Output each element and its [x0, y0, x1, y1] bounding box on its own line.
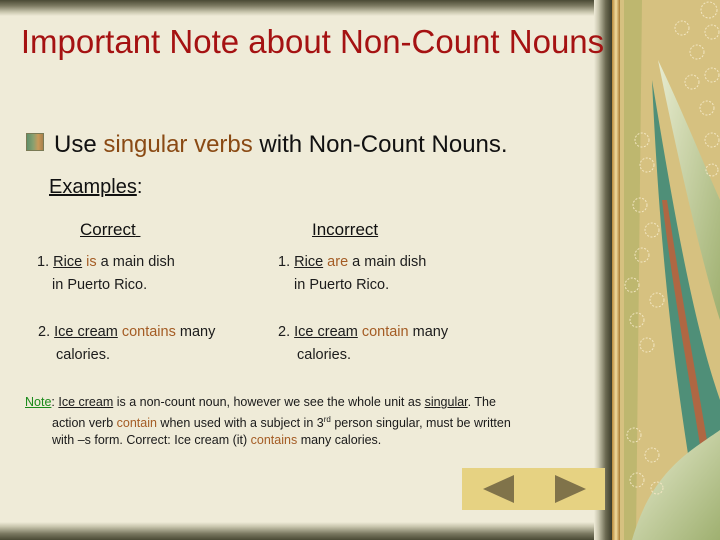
kimono-pattern-illustration: [612, 0, 720, 540]
correct-example-2: 2. Ice cream contains many calories.: [38, 321, 215, 367]
note-line-2: action verb contain when used with a sub…: [25, 411, 585, 432]
note-singular: singular: [424, 395, 468, 409]
note-text: action verb: [52, 416, 117, 431]
bullet-point: Use singular verbs with Non-Count Nouns.: [26, 131, 508, 159]
example-line2: calories.: [56, 347, 110, 363]
example-rest: a main dish: [348, 254, 427, 270]
frame-top-bevel: [0, 0, 612, 16]
decorative-side-artwork: [612, 0, 720, 540]
slide-panel: Important Note about Non-Count Nouns Use…: [0, 0, 612, 540]
bullet-highlight: singular verbs: [103, 131, 253, 158]
column-header-incorrect: Incorrect: [312, 220, 378, 240]
example-line2: in Puerto Rico.: [294, 277, 390, 293]
navigation-bar: [462, 468, 605, 510]
example-line2: in Puerto Rico.: [52, 277, 148, 293]
gold-edge: [612, 0, 620, 540]
example-rest: many: [175, 324, 216, 340]
note-text: many calories.: [297, 433, 382, 448]
example-number: 1.: [37, 254, 54, 270]
note-paragraph: Note: Ice cream is a non-count noun, how…: [25, 394, 585, 449]
note-superscript: rd: [323, 415, 331, 424]
correct-example-1: 1. Rice is a main dish in Puerto Rico.: [37, 251, 175, 297]
incorrect-label: Incorrect: [312, 220, 379, 239]
example-verb: contain: [361, 324, 409, 340]
example-subject: Rice: [53, 254, 83, 270]
example-subject: Ice cream: [294, 324, 358, 340]
slide-title: Important Note about Non-Count Nouns: [20, 23, 605, 60]
next-slide-button[interactable]: [555, 475, 586, 503]
note-text: with –s form. Correct: Ice cream (it): [52, 433, 251, 448]
note-text: person singular, must be written: [330, 416, 511, 431]
correct-label: Correct: [80, 220, 136, 239]
note-subject: Ice cream: [58, 395, 114, 409]
example-verb: is: [86, 254, 97, 270]
example-verb: are: [327, 254, 349, 270]
note-verb: contains: [250, 433, 298, 448]
note-text: is a non-count noun, however we see the …: [113, 395, 425, 409]
example-rest: a main dish: [96, 254, 175, 270]
example-number: 2.: [38, 324, 55, 340]
example-number: 2.: [278, 324, 295, 340]
bullet-text-prefix: Use: [54, 131, 104, 158]
bullet-icon: [26, 133, 44, 151]
previous-slide-button[interactable]: [483, 475, 514, 503]
note-text: when used with a subject in 3: [156, 416, 324, 431]
bullet-text-suffix: with Non-Count Nouns.: [252, 131, 508, 158]
example-line2: calories.: [297, 347, 351, 363]
incorrect-example-1: 1. Rice are a main dish in Puerto Rico.: [278, 251, 426, 297]
examples-heading: Examples:: [49, 176, 142, 199]
example-verb: contains: [121, 324, 176, 340]
note-verb: contain: [116, 416, 157, 431]
example-subject: Ice cream: [54, 324, 118, 340]
example-subject: Rice: [294, 254, 324, 270]
example-rest: many: [408, 324, 449, 340]
note-text: . The: [467, 395, 496, 409]
frame-bottom-bevel: [0, 522, 612, 540]
note-label: Note: [25, 395, 52, 409]
column-header-correct: Correct: [80, 220, 140, 240]
examples-label: Examples: [49, 176, 137, 198]
note-line-3: with –s form. Correct: Ice cream (it) co…: [25, 432, 585, 449]
example-number: 1.: [278, 254, 295, 270]
incorrect-example-2: 2. Ice cream contain many calories.: [278, 321, 448, 367]
frame-right-bevel: [594, 0, 612, 540]
examples-colon: :: [136, 176, 143, 198]
